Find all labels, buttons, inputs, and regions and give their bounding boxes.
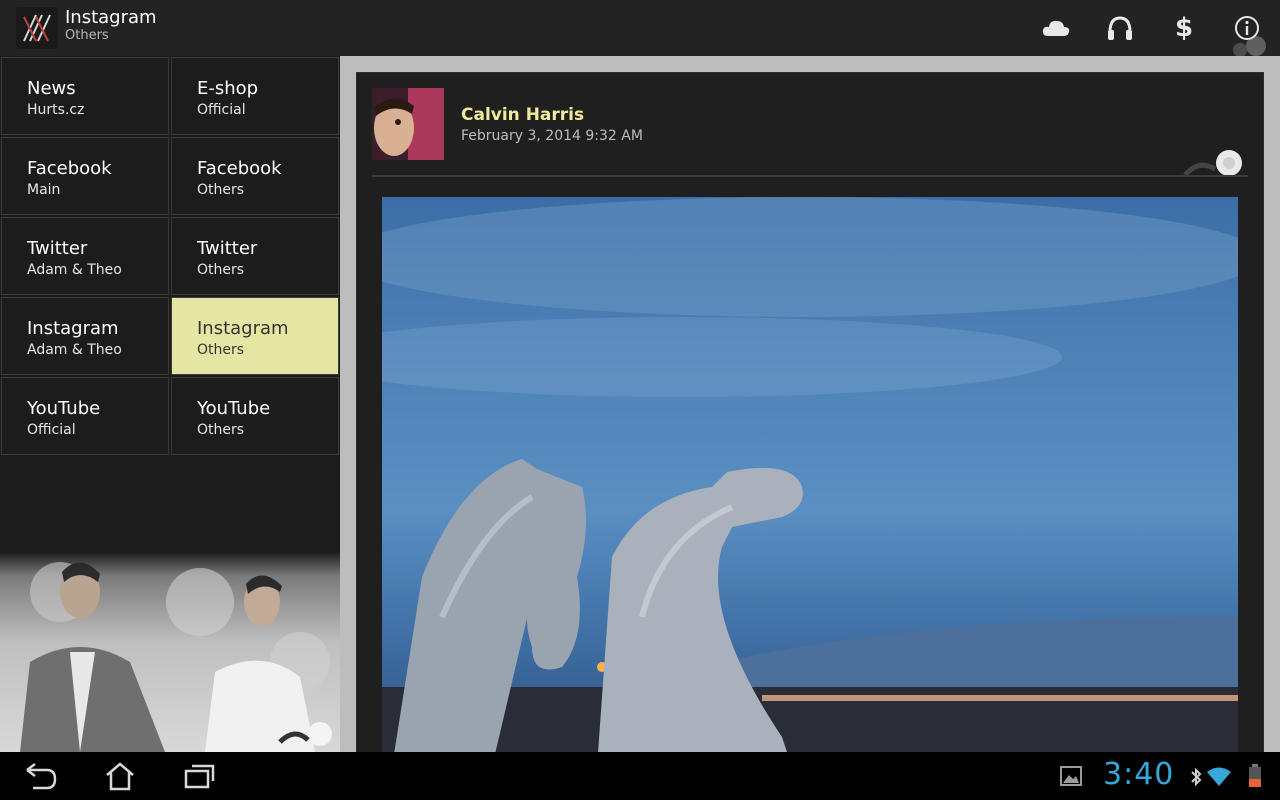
tile-title: Twitter bbox=[197, 238, 258, 259]
tile-youtube-official[interactable]: YouTube Official bbox=[1, 377, 169, 455]
battery-icon bbox=[1249, 764, 1261, 787]
cloud-icon bbox=[1042, 20, 1070, 36]
rose-decoration-icon bbox=[1233, 36, 1266, 56]
tile-subtitle: Others bbox=[197, 262, 245, 278]
headphones-icon bbox=[1108, 16, 1132, 40]
tile-instagram-adam-theo[interactable]: Instagram Adam & Theo bbox=[1, 297, 169, 375]
system-nav-bar: 3:40 bbox=[0, 752, 1280, 800]
tile-title: YouTube bbox=[197, 398, 271, 419]
tile-subtitle: Others bbox=[197, 182, 245, 198]
tile-youtube-others[interactable]: YouTube Others bbox=[171, 377, 339, 455]
back-icon bbox=[26, 763, 57, 790]
tile-news[interactable]: News Hurts.cz bbox=[1, 57, 169, 135]
tile-facebook-main[interactable]: Facebook Main bbox=[1, 137, 169, 215]
home-button[interactable] bbox=[100, 760, 140, 792]
rose-decoration-icon bbox=[1183, 150, 1242, 177]
tile-title: E-shop bbox=[197, 78, 259, 99]
channel-grid: News Hurts.cz E-shop Official Facebook M… bbox=[0, 56, 340, 456]
tile-subtitle: Official bbox=[27, 422, 76, 438]
tile-title: News bbox=[27, 78, 76, 99]
tile-title: Facebook bbox=[27, 158, 112, 179]
tile-title: Twitter bbox=[27, 238, 88, 259]
dollar-button[interactable]: $ bbox=[1166, 10, 1202, 46]
tile-title: Instagram bbox=[197, 318, 289, 339]
app-logo-icon[interactable] bbox=[16, 7, 58, 49]
action-bar: Instagram Others $ bbox=[0, 0, 1280, 56]
band-photo bbox=[0, 552, 340, 752]
tile-twitter-others[interactable]: Twitter Others bbox=[171, 217, 339, 295]
tile-facebook-others[interactable]: Facebook Others bbox=[171, 137, 339, 215]
gallery-notification-icon[interactable] bbox=[1060, 766, 1082, 786]
post-image[interactable] bbox=[382, 197, 1238, 752]
bluetooth-icon bbox=[1191, 767, 1202, 787]
home-icon bbox=[106, 762, 134, 791]
tile-title: Facebook bbox=[197, 158, 282, 179]
tile-title: YouTube bbox=[27, 398, 101, 419]
recents-button[interactable] bbox=[180, 760, 220, 792]
sidebar: News Hurts.cz E-shop Official Facebook M… bbox=[0, 56, 340, 752]
post-card[interactable]: Calvin Harris February 3, 2014 9:32 AM bbox=[356, 72, 1264, 752]
tile-twitter-adam-theo[interactable]: Twitter Adam & Theo bbox=[1, 217, 169, 295]
cloud-button[interactable] bbox=[1038, 10, 1074, 46]
tile-subtitle: Adam & Theo bbox=[27, 342, 122, 358]
author-avatar[interactable] bbox=[372, 88, 444, 160]
post-date: February 3, 2014 9:32 AM bbox=[461, 128, 643, 144]
tile-eshop[interactable]: E-shop Official bbox=[171, 57, 339, 135]
post-divider bbox=[372, 175, 1248, 177]
tile-instagram-others[interactable]: Instagram Others bbox=[171, 297, 339, 375]
wifi-icon bbox=[1207, 767, 1231, 786]
tile-subtitle: Hurts.cz bbox=[27, 102, 85, 118]
recents-icon bbox=[184, 764, 215, 789]
tile-title: Instagram bbox=[27, 318, 119, 339]
tile-subtitle: Adam & Theo bbox=[27, 262, 122, 278]
tile-subtitle: Official bbox=[197, 102, 246, 118]
app-subtitle: Others bbox=[65, 28, 109, 43]
status-clock[interactable]: 3:40 bbox=[1103, 757, 1174, 792]
content-panel: Calvin Harris February 3, 2014 9:32 AM bbox=[340, 56, 1280, 752]
tile-subtitle: Main bbox=[27, 182, 61, 198]
back-button[interactable] bbox=[20, 760, 60, 792]
tile-subtitle: Others bbox=[197, 422, 245, 438]
app-title: Instagram bbox=[65, 7, 157, 28]
dollar-icon: $ bbox=[1174, 13, 1194, 43]
tile-subtitle: Others bbox=[197, 342, 245, 358]
post-author[interactable]: Calvin Harris bbox=[461, 105, 584, 125]
headphones-button[interactable] bbox=[1102, 10, 1138, 46]
